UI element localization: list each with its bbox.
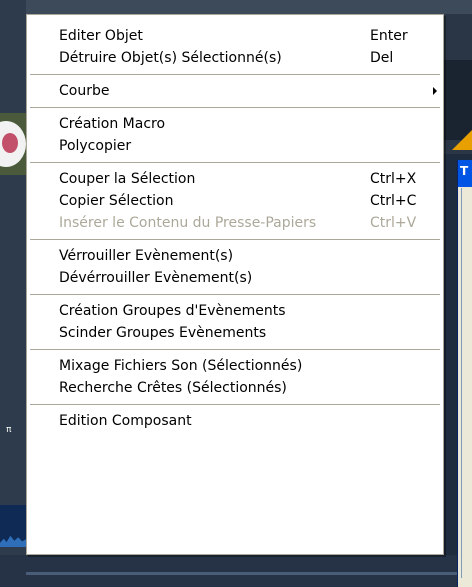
background-right-panel-dark xyxy=(444,60,472,140)
background-track-marker-icon: π xyxy=(6,425,12,435)
menu-item-edition-composant[interactable]: Edition Composant xyxy=(29,410,441,432)
menu-item-polycopier[interactable]: Polycopier xyxy=(29,135,441,157)
menu-item-label: Dévérrouiller Evènement(s) xyxy=(59,270,253,286)
background-audio-waveform xyxy=(0,505,26,547)
menu-item-editer-objet[interactable]: Editer Objet Enter xyxy=(29,25,441,47)
menu-separator xyxy=(30,294,440,295)
menu-item-label: Edition Composant xyxy=(59,413,192,429)
menu-item-deverrouiller-evenement-s[interactable]: Dévérrouiller Evènement(s) xyxy=(29,267,441,289)
menu-item-shortcut: Del xyxy=(370,50,394,66)
dialog-titlebar[interactable]: T xyxy=(458,160,472,187)
menu-item-shortcut: Ctrl+V xyxy=(370,215,417,231)
menu-item-recherche-cretes-selectionnes[interactable]: Recherche Crêtes (Sélectionnés) xyxy=(29,377,441,399)
menu-item-detruire-objet-s-selectionne-s[interactable]: Détruire Objet(s) Sélectionné(s) Del xyxy=(29,47,441,69)
background-bottom-track xyxy=(0,555,472,587)
menu-item-verrouiller-evenement-s[interactable]: Vérrouiller Evènement(s) xyxy=(29,245,441,267)
flower-center xyxy=(2,133,18,153)
menu-separator xyxy=(30,74,440,75)
background-dialog-window: T xyxy=(457,160,472,587)
menu-item-creation-groupes-d-evenements[interactable]: Création Groupes d'Evènements xyxy=(29,300,441,322)
menu-item-label: Vérrouiller Evènement(s) xyxy=(59,248,234,264)
menu-item-creation-macro[interactable]: Création Macro xyxy=(29,113,441,135)
menu-item-label: Couper la Sélection xyxy=(59,171,196,187)
menu-separator xyxy=(30,404,440,405)
menu-item-scinder-groupes-evenements[interactable]: Scinder Groupes Evènements xyxy=(29,322,441,344)
menu-separator xyxy=(30,162,440,163)
dialog-title-fragment: T xyxy=(460,164,469,178)
menu-item-label: Création Groupes d'Evènements xyxy=(59,303,286,319)
menu-item-label: Insérer le Contenu du Presse-Papiers xyxy=(59,215,317,231)
background-timeline-strip xyxy=(0,0,26,587)
background-bottom-line xyxy=(26,572,472,575)
menu-item-label: Scinder Groupes Evènements xyxy=(59,325,267,341)
menu-item-shortcut: Ctrl+C xyxy=(370,193,417,209)
chevron-right-icon xyxy=(433,87,437,95)
menu-separator xyxy=(30,349,440,350)
menu-item-label: Détruire Objet(s) Sélectionné(s) xyxy=(59,50,282,66)
menu-item-label: Polycopier xyxy=(59,138,132,154)
menu-item-inserer-le-contenu-du-presse-papiers: Insérer le Contenu du Presse-Papiers Ctrl… xyxy=(29,212,441,234)
menu-item-label: Mixage Fichiers Son (Sélectionnés) xyxy=(59,358,303,374)
waveform-shape xyxy=(0,535,26,547)
menu-separator xyxy=(30,107,440,108)
menu-item-label: Recherche Crêtes (Sélectionnés) xyxy=(59,380,287,396)
background-toolbar xyxy=(26,0,472,14)
menu-item-mixage-fichiers-son-selectionnes[interactable]: Mixage Fichiers Son (Sélectionnés) xyxy=(29,355,441,377)
menu-item-label: Editer Objet xyxy=(59,28,143,44)
context-menu: Editer Objet Enter Détruire Objet(s) Sélec… xyxy=(26,14,444,555)
menu-item-shortcut: Ctrl+X xyxy=(370,171,417,187)
menu-item-shortcut: Enter xyxy=(370,28,408,44)
background-thumbnail-image xyxy=(0,113,26,175)
menu-item-couper-la-selection[interactable]: Couper la Sélection Ctrl+X xyxy=(29,168,441,190)
menu-item-copier-selection[interactable]: Copier Sélection Ctrl+C xyxy=(29,190,441,212)
dialog-content xyxy=(461,188,472,578)
menu-item-label: Création Macro xyxy=(59,116,166,132)
menu-separator xyxy=(30,239,440,240)
menu-item-courbe[interactable]: Courbe xyxy=(29,80,441,102)
menu-item-label: Copier Sélection xyxy=(59,193,174,209)
menu-item-label: Courbe xyxy=(59,83,110,99)
